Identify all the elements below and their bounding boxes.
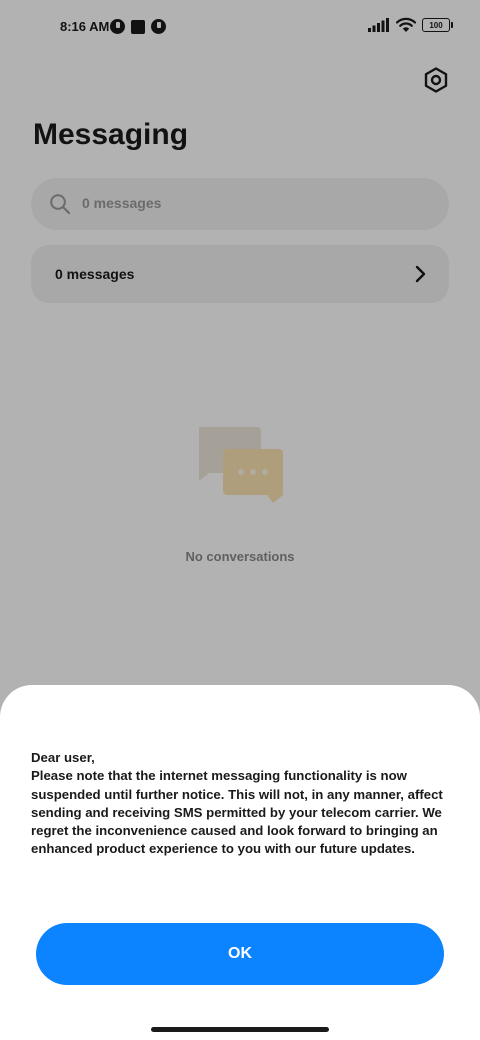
dialog-message: Dear user, Please note that the internet… [31, 750, 443, 857]
home-indicator[interactable] [151, 1027, 329, 1032]
messaging-screen: 8:16 AM 100 Messaging 0 messages 0 messa… [0, 0, 480, 1040]
notice-dialog: Dear user, Please note that the internet… [0, 685, 480, 1040]
ok-button[interactable]: OK [36, 923, 444, 985]
